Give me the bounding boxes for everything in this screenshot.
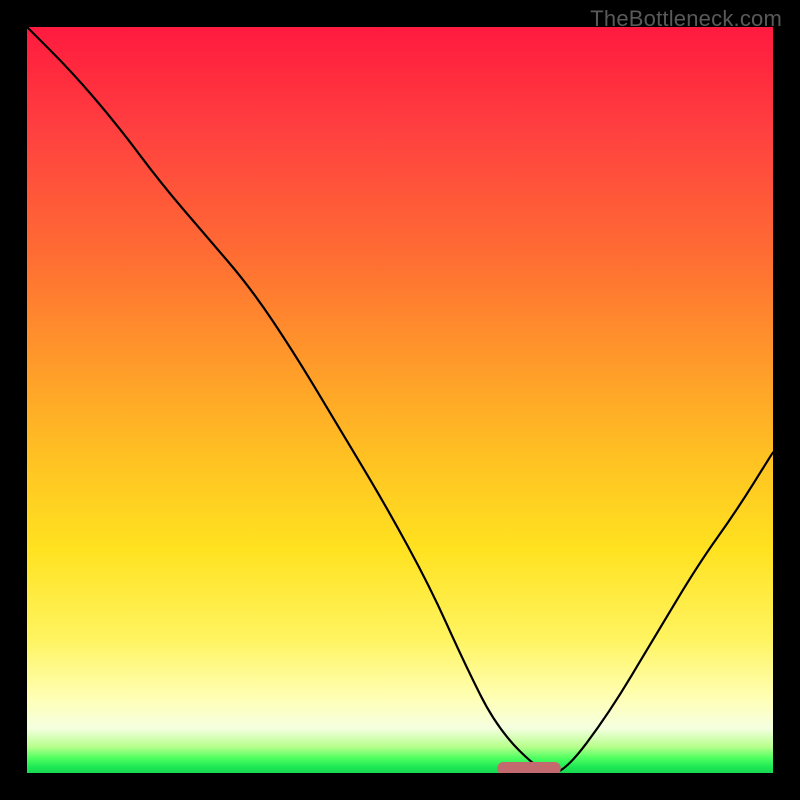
image-frame: TheBottleneck.com xyxy=(0,0,800,800)
background-gradient xyxy=(27,27,773,773)
plot-area xyxy=(27,27,773,773)
